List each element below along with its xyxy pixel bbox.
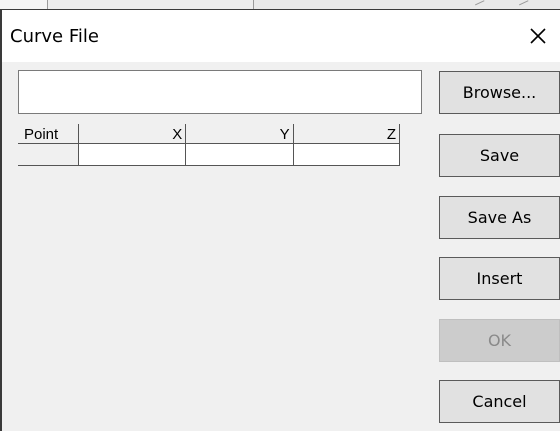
column-header-point[interactable]: Point (18, 124, 79, 144)
browse-button[interactable]: Browse... (439, 71, 560, 114)
column-header-y[interactable]: Y (185, 124, 294, 144)
close-button[interactable] (516, 10, 560, 62)
points-table: Point X Y Z (18, 124, 401, 166)
file-path-input[interactable] (18, 70, 422, 114)
curve-file-dialog: Curve File Point X Y Z Browse... Save Sa… (0, 10, 560, 431)
z-cell[interactable] (292, 143, 401, 166)
dialog-title: Curve File (10, 26, 99, 47)
insert-button[interactable]: Insert (439, 257, 560, 300)
y-cell[interactable] (185, 143, 294, 166)
column-header-x[interactable]: X (77, 124, 186, 144)
table-header-row: Point X Y Z (18, 124, 401, 144)
background-tab (48, 0, 254, 9)
ok-button[interactable]: OK (439, 319, 560, 362)
table-row[interactable] (18, 143, 401, 166)
row-header-cell[interactable] (18, 143, 79, 166)
save-as-button[interactable]: Save As (439, 196, 560, 239)
close-icon (530, 28, 546, 44)
background-tab (0, 0, 48, 9)
save-button[interactable]: Save (439, 134, 560, 177)
background-window-strip (0, 0, 560, 11)
cancel-button[interactable]: Cancel (439, 380, 560, 423)
column-header-z[interactable]: Z (292, 124, 401, 144)
x-cell[interactable] (77, 143, 186, 166)
dialog-title-bar: Curve File (2, 10, 560, 62)
